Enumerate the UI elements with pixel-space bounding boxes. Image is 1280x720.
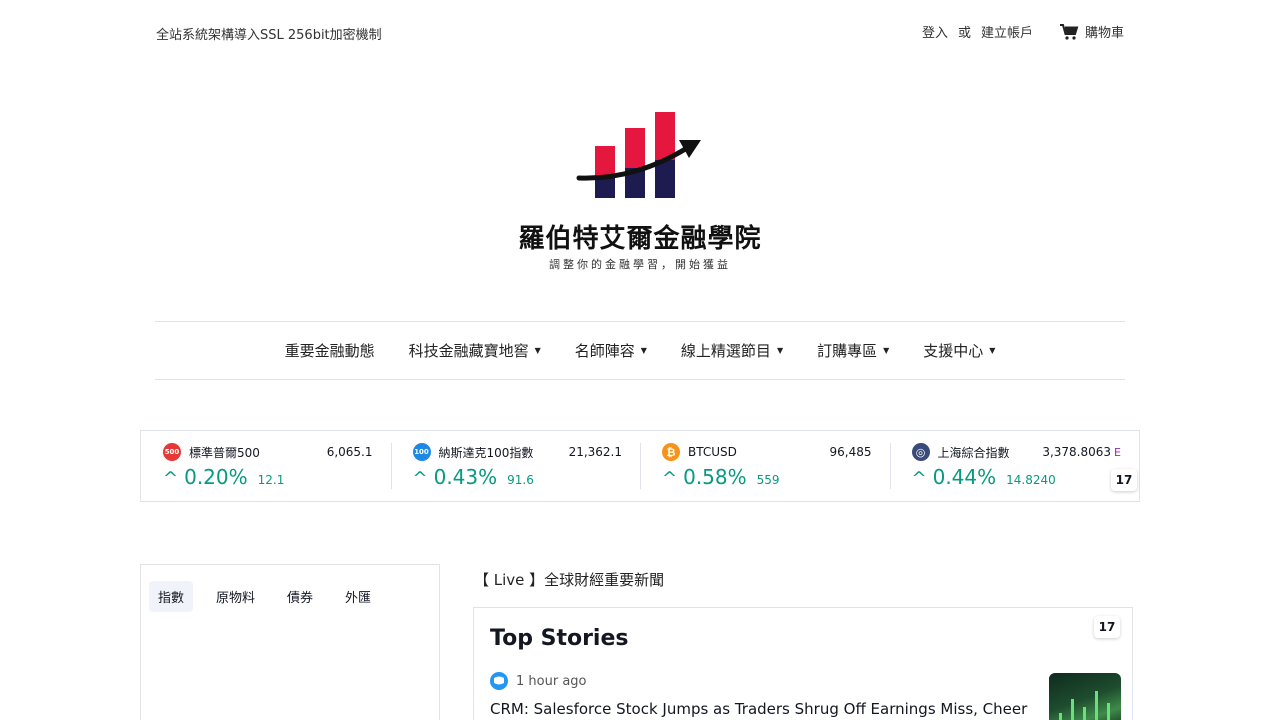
caret-down-icon: ▼ xyxy=(640,346,647,355)
ticker-price: 3,378.8063 xyxy=(1042,445,1112,459)
caret-down-icon: ▼ xyxy=(989,346,996,355)
caret-down-icon: ▼ xyxy=(883,346,890,355)
cart-label: 購物車 xyxy=(1084,26,1124,41)
nav-item-fintech-vault[interactable]: 科技金融藏寶地窖 ▼ xyxy=(409,340,541,361)
account-links: 登入 或 建立帳戶 購物車 xyxy=(922,22,1124,41)
ticker-change: 559 xyxy=(756,473,780,487)
news-story-meta: 1 hour ago xyxy=(490,672,586,690)
tab-forex[interactable]: 外匯 xyxy=(336,581,380,612)
nav-item-support[interactable]: 支援中心 ▼ xyxy=(923,340,995,361)
security-notice: 全站系統架構導入SSL 256bit加密機制 xyxy=(156,28,382,43)
nav-item-online-programs[interactable]: 線上精選節目 ▼ xyxy=(681,340,783,361)
nav-label: 線上精選節目 xyxy=(680,342,771,360)
tab-commodities[interactable]: 原物料 xyxy=(207,581,264,612)
ticker-change: 12.1 xyxy=(257,473,285,487)
nav-label: 重要金融動態 xyxy=(284,342,375,360)
nav-label: 名師陣容 xyxy=(574,342,635,360)
news-widget: Top Stories 17 1 hour ago CRM: Salesforc… xyxy=(473,607,1133,720)
news-widget-title: Top Stories xyxy=(490,626,629,651)
ticker-item[interactable]: ◎ 上海綜合指數 3,378.8063 E ^ 0.44% 14.8240 xyxy=(889,431,1140,501)
nav-item-financial-news[interactable]: 重要金融動態 xyxy=(285,340,375,361)
caret-down-icon: ▼ xyxy=(534,346,541,355)
cart-link[interactable]: 購物車 xyxy=(1059,22,1124,41)
or-separator: 或 xyxy=(957,26,971,41)
up-arrow-icon: ^ xyxy=(412,468,428,489)
ticker-price: 96,485 xyxy=(829,445,872,459)
login-link[interactable]: 登入 xyxy=(922,22,948,41)
ticker-percent: 0.20% xyxy=(184,465,248,489)
brand-name[interactable]: 羅伯特艾爾金融學院 xyxy=(0,218,1280,255)
ticker-item[interactable]: 100 納斯達克100指數 21,362.1 ^ 0.43% 91.6 xyxy=(390,431,641,501)
news-source-icon xyxy=(490,672,508,690)
ticker-item[interactable]: 500 標準普爾500 6,065.1 ^ 0.20% 12.1 xyxy=(141,431,391,501)
ticker-percent: 0.58% xyxy=(683,465,747,489)
ticker-change: 14.8240 xyxy=(1006,473,1056,487)
tab-indices[interactable]: 指數 xyxy=(149,581,194,612)
ticker-price: 21,362.1 xyxy=(568,445,622,459)
tradingview-logo-icon[interactable]: 17 xyxy=(1094,616,1120,638)
ticker-name: 納斯達克100指數 xyxy=(438,445,534,460)
nav-label: 科技金融藏寶地窖 xyxy=(408,342,529,360)
market-overview-widget: 指數 原物料 債券 外匯 xyxy=(140,564,440,720)
caret-down-icon: ▼ xyxy=(776,346,784,355)
market-tabs: 指數 原物料 債券 外匯 xyxy=(141,565,439,612)
bitcoin-icon: ₿ xyxy=(662,443,680,461)
ticker-name: BTCUSD xyxy=(688,445,737,459)
nav-item-instructors[interactable]: 名師陣容 ▼ xyxy=(575,340,647,361)
cart-icon xyxy=(1059,23,1079,40)
sp500-icon: 500 xyxy=(163,443,181,461)
ticker-change: 91.6 xyxy=(507,473,534,487)
nav-item-order[interactable]: 訂購專區 ▼ xyxy=(817,340,889,361)
news-story-thumbnail[interactable] xyxy=(1049,673,1121,720)
ticker-name: 標準普爾500 xyxy=(189,445,260,460)
up-arrow-icon: ^ xyxy=(662,468,678,489)
shanghai-index-icon: ◎ xyxy=(911,443,930,461)
news-story-time: 1 hour ago xyxy=(516,673,587,689)
nav-label: 訂購專區 xyxy=(817,342,878,360)
tradingview-logo-icon[interactable]: 17 xyxy=(1111,469,1137,491)
brand-logo[interactable] xyxy=(575,108,705,200)
up-arrow-icon: ^ xyxy=(163,468,179,489)
brand-tagline: 調整你的金融學習，開始獲益 xyxy=(549,258,731,271)
news-story-headline[interactable]: CRM: Salesforce Stock Jumps as Traders S… xyxy=(490,700,1027,718)
register-link[interactable]: 建立帳戶 xyxy=(981,22,1033,41)
ticker-name: 上海綜合指數 xyxy=(937,445,1010,460)
main-nav: 重要金融動態 科技金融藏寶地窖 ▼ 名師陣容 ▼ 線上精選節目 ▼ 訂購專區 ▼… xyxy=(155,321,1125,380)
nav-label: 支援中心 xyxy=(923,342,984,360)
ticker-percent: 0.43% xyxy=(433,465,498,489)
ticker-overflow-hint: E xyxy=(1114,445,1121,459)
nasdaq100-icon: 100 xyxy=(412,443,431,461)
ticker-price: 6,065.1 xyxy=(326,445,373,459)
news-section-heading: 【 Live 】全球財經重要新聞 xyxy=(474,571,665,589)
up-arrow-icon: ^ xyxy=(911,468,927,489)
ticker-percent: 0.44% xyxy=(932,465,997,489)
ticker-item[interactable]: ₿ BTCUSD 96,485 ^ 0.58% 559 xyxy=(640,431,890,501)
tab-bonds[interactable]: 債券 xyxy=(278,581,322,612)
ticker-tape: 500 標準普爾500 6,065.1 ^ 0.20% 12.1 100 納斯達… xyxy=(140,430,1140,502)
